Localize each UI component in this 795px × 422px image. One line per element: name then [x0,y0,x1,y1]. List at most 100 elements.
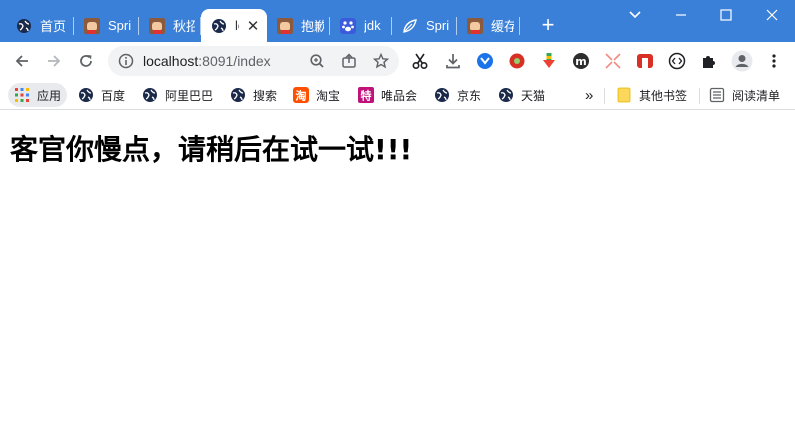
url-host: localhost [143,53,199,69]
tab-label: jdk [364,18,381,33]
tab-baoqian[interactable]: 抱歉 [267,9,330,42]
close-icon[interactable]: ✕ [245,17,261,35]
extension-code-icon[interactable] [668,52,686,70]
bookmarks-overflow-button[interactable]: » [585,83,593,107]
reload-icon [80,55,92,67]
tab-label: lo [235,18,239,33]
zoom-icon[interactable] [308,52,326,70]
bookmark-apps[interactable]: 应用 [8,83,68,107]
arrow-left-icon [15,55,28,67]
globe-icon [142,87,158,103]
bookmark-alibaba[interactable]: 阿里巴巴 [142,83,213,107]
tab-label: Spri [426,18,450,33]
reload-button[interactable] [73,48,99,74]
reading-list-button[interactable]: 阅读清单 [709,83,780,107]
globe-icon [230,87,246,103]
tab-localhost[interactable]: lo ✕ [201,9,267,42]
avatar-icon [277,17,293,34]
paw-icon [340,17,356,34]
svg-text:m: m [575,55,586,68]
tab-label: 秋招 [173,19,195,34]
apps-grid-icon [14,87,30,103]
avatar-icon [84,17,100,34]
scissors-icon[interactable] [411,52,429,70]
globe-icon [498,87,514,103]
bookmark-label: 唯品会 [381,88,418,103]
info-icon[interactable] [118,53,134,69]
new-tab-button[interactable]: + [537,14,559,36]
svg-text:特: 特 [361,89,372,103]
maximize-icon [720,9,732,21]
chevron-double-right-icon: » [585,86,594,104]
tab-huancun[interactable]: 缓存 [457,9,520,42]
extension-tag-icon[interactable] [636,52,654,70]
star-icon[interactable] [372,52,390,70]
extensions-puzzle-icon[interactable] [700,52,718,70]
page-heading: 客官你慢点，请稍后在试一试!!! [10,133,413,166]
bookmarks-divider [604,88,605,104]
bookmark-label: 阿里巴巴 [165,88,214,103]
bookmark-search[interactable]: 搜索 [230,83,277,107]
extension-grid-icon[interactable] [604,52,622,70]
back-button[interactable] [9,48,35,74]
tab-label: 缓存 [491,19,514,34]
toolbar: localhost:8091/index m [0,42,795,80]
bookmark-baidu[interactable]: 百度 [78,83,125,107]
chevron-down-icon [629,11,641,19]
menu-kebab-icon[interactable] [765,52,783,70]
close-window-button[interactable] [749,0,795,30]
bookmark-label: 京东 [457,88,482,103]
tab-jdk[interactable]: jdk [330,9,392,42]
tab-spring-1[interactable]: Spri [74,9,139,42]
bookmark-taobao[interactable]: 淘 淘宝 [293,83,340,107]
globe-icon [211,18,227,34]
globe-icon [434,87,450,103]
extension-m-icon[interactable]: m [572,52,590,70]
profile-avatar-icon[interactable] [731,50,753,72]
folder-icon [616,87,632,103]
tab-list: 首页 Spri 秋招 lo ✕ 抱歉 jdk [6,9,520,42]
tab-label: 抱歉 [301,19,324,34]
bookmark-other[interactable]: 其他书签 [616,83,687,107]
bookmark-label: 搜索 [253,88,278,103]
minimize-button[interactable] [658,0,704,30]
share-icon[interactable] [340,52,358,70]
tab-label: 首页 [40,19,67,34]
maximize-button[interactable] [703,0,749,30]
bookmark-tmall[interactable]: 天猫 [498,83,545,107]
bookmarks-bar: 应用 百度 阿里巴巴 搜索 淘 淘宝 特 唯品会 京东 天猫 » 其他书签 阅读… [0,80,795,110]
url-path: :8091/index [198,53,271,69]
bookmark-label: 阅读清单 [732,88,781,103]
forward-button[interactable] [41,48,67,74]
bookmark-label: 其他书签 [639,88,688,103]
globe-icon [16,18,32,34]
reading-list-icon [709,87,725,103]
avatar-icon [149,17,165,34]
download-icon[interactable] [444,52,462,70]
tab-home[interactable]: 首页 [6,9,74,42]
bookmark-label: 百度 [101,88,126,103]
tab-label: Spri [108,18,132,33]
globe-icon [78,87,94,103]
url-text[interactable]: localhost:8091/index [143,53,271,69]
tab-search-button[interactable] [612,0,658,30]
tab-spring-2[interactable]: Spri [392,9,457,42]
bookmark-label: 天猫 [521,88,546,103]
arrow-right-icon [48,55,61,67]
avatar-icon [467,17,483,34]
bookmark-label: 应用 [37,88,62,103]
minimize-icon [676,14,686,16]
address-bar[interactable]: localhost:8091/index [108,46,399,76]
tab-qiuzhao[interactable]: 秋招 [139,9,201,42]
bookmark-jd[interactable]: 京东 [434,83,481,107]
tab-strip: 首页 Spri 秋招 lo ✕ 抱歉 jdk [0,0,795,42]
extension-arrow-icon[interactable] [540,52,558,70]
svg-text:淘: 淘 [296,89,307,103]
page-content: 客官你慢点，请稍后在试一试!!! [0,111,795,422]
taobao-icon: 淘 [293,87,309,103]
bookmarks-divider [699,88,700,104]
bookmark-label: 淘宝 [316,88,341,103]
bookmark-vip[interactable]: 特 唯品会 [358,83,417,107]
extension-blue-icon[interactable] [476,52,494,70]
extension-red-icon[interactable] [508,52,526,70]
